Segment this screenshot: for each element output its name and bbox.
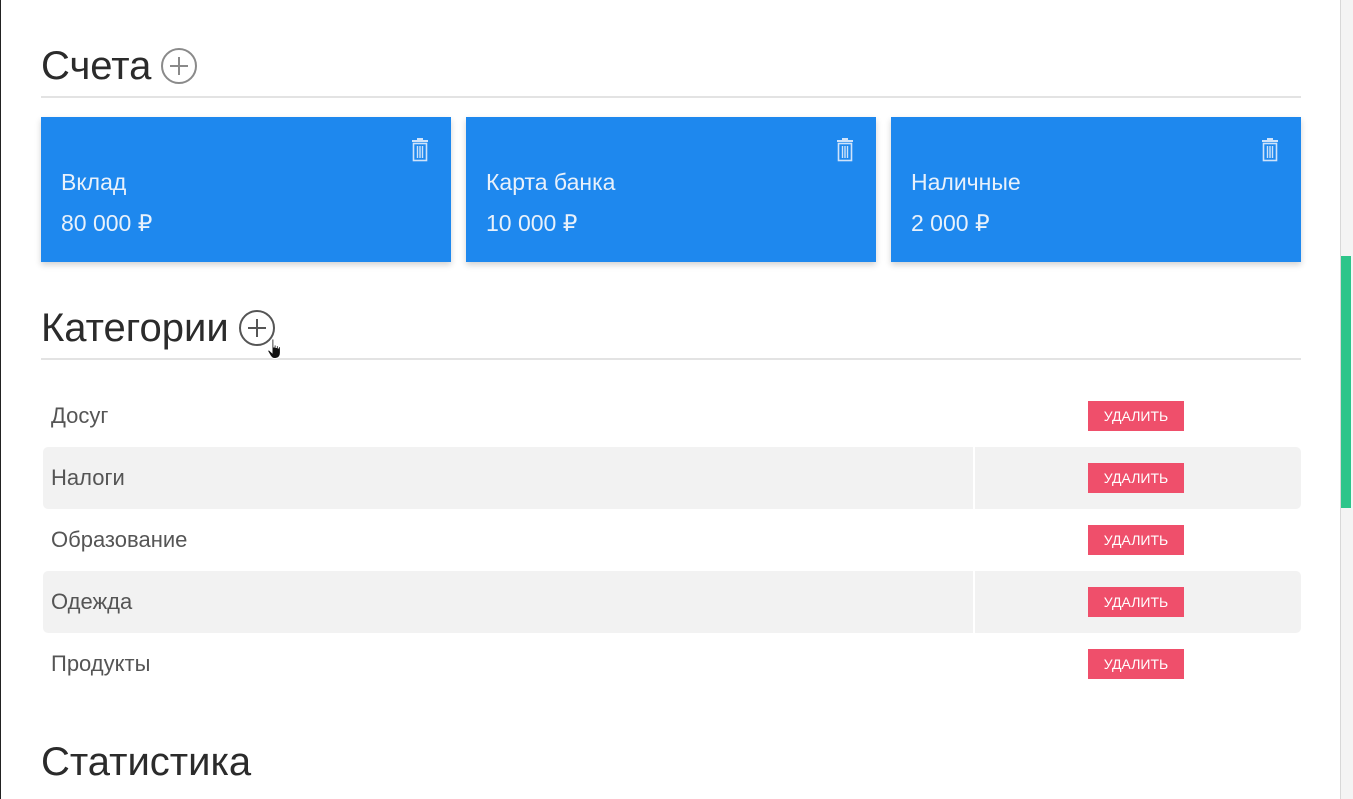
table-row: Досуг УДАЛИТЬ bbox=[43, 385, 1301, 447]
accounts-header: Счета bbox=[41, 36, 1301, 96]
trash-icon[interactable] bbox=[836, 138, 854, 162]
categories-divider bbox=[41, 358, 1301, 360]
category-name: Образование bbox=[51, 527, 188, 552]
account-amount: 2 000 ₽ bbox=[911, 210, 990, 236]
table-row: Одежда УДАЛИТЬ bbox=[43, 571, 1301, 633]
categories-title: Категории bbox=[41, 306, 229, 350]
category-name: Налоги bbox=[43, 447, 975, 509]
statistics-title: Статистика bbox=[41, 740, 252, 784]
scrollbar-thumb[interactable] bbox=[1341, 256, 1351, 508]
window-left-border bbox=[0, 0, 1, 799]
category-actions: УДАЛИТЬ bbox=[975, 571, 1301, 633]
add-category-plus-icon[interactable] bbox=[238, 310, 275, 346]
accounts-divider bbox=[41, 96, 1301, 98]
category-name: Досуг bbox=[51, 403, 109, 428]
account-card[interactable]: Карта банка 10 000 ₽ bbox=[466, 117, 876, 262]
delete-category-button[interactable]: УДАЛИТЬ bbox=[1088, 463, 1184, 493]
account-name: Наличные bbox=[911, 169, 1021, 195]
account-cards: Вклад 80 000 ₽ Карта банка 10 000 ₽ Нали… bbox=[41, 117, 1301, 262]
categories-header: Категории bbox=[41, 298, 1301, 358]
account-amount: 80 000 ₽ bbox=[61, 210, 153, 236]
account-name: Вклад bbox=[61, 169, 127, 195]
table-row: Образование УДАЛИТЬ bbox=[43, 509, 1301, 571]
category-actions: УДАЛИТЬ bbox=[975, 633, 1301, 695]
account-name: Карта банка bbox=[486, 169, 616, 195]
add-account-plus-icon[interactable] bbox=[161, 48, 198, 84]
category-actions: УДАЛИТЬ bbox=[975, 385, 1301, 447]
category-name: Одежда bbox=[43, 571, 975, 633]
category-actions: УДАЛИТЬ bbox=[975, 447, 1301, 509]
table-row: Налоги УДАЛИТЬ bbox=[43, 447, 1301, 509]
trash-icon[interactable] bbox=[1261, 138, 1279, 162]
table-row: Продукты УДАЛИТЬ bbox=[43, 633, 1301, 695]
account-card[interactable]: Вклад 80 000 ₽ bbox=[41, 117, 451, 262]
delete-category-button[interactable]: УДАЛИТЬ bbox=[1088, 401, 1184, 431]
main-content: Счета Вклад 80 000 ₽ Карта банка 10 000 … bbox=[41, 0, 1301, 782]
categories-table: Досуг УДАЛИТЬ Налоги УДАЛИТЬ Образование… bbox=[43, 385, 1301, 695]
account-card[interactable]: Наличные 2 000 ₽ bbox=[891, 117, 1301, 262]
category-name: Продукты bbox=[51, 651, 151, 676]
trash-icon[interactable] bbox=[411, 138, 429, 162]
accounts-title: Счета bbox=[41, 44, 152, 88]
delete-category-button[interactable]: УДАЛИТЬ bbox=[1088, 649, 1184, 679]
delete-category-button[interactable]: УДАЛИТЬ bbox=[1088, 525, 1184, 555]
delete-category-button[interactable]: УДАЛИТЬ bbox=[1088, 587, 1184, 617]
category-actions: УДАЛИТЬ bbox=[975, 509, 1301, 571]
account-amount: 10 000 ₽ bbox=[486, 210, 578, 236]
